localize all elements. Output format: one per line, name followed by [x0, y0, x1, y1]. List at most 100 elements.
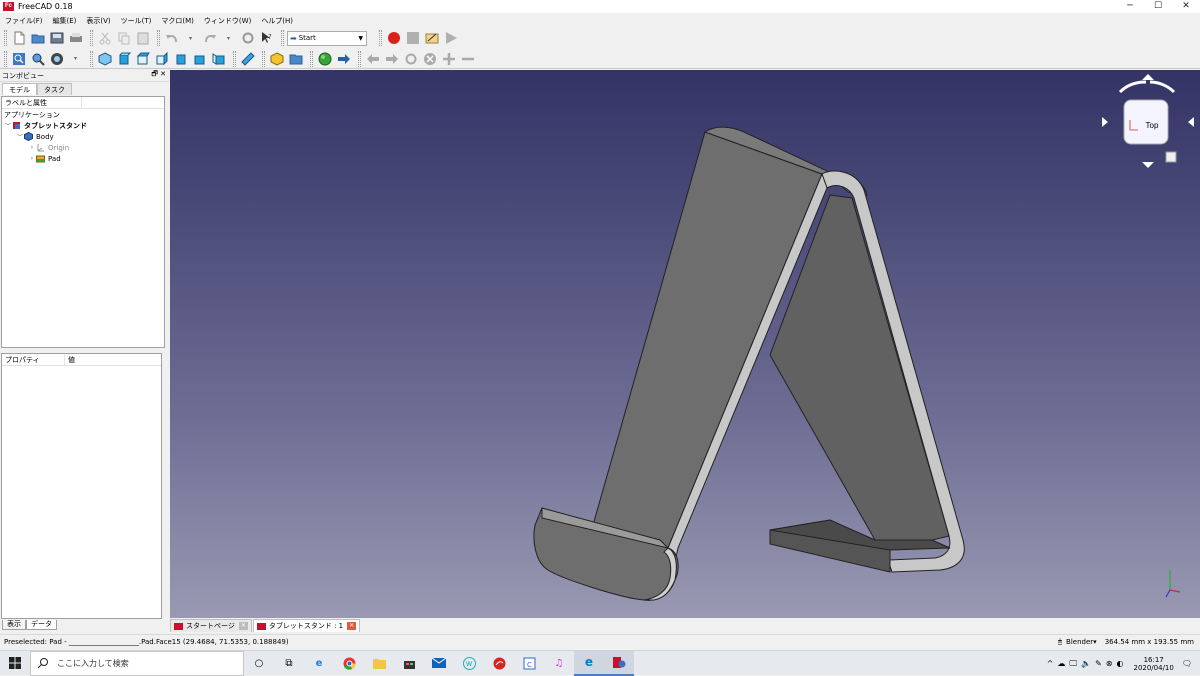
panel-float-close-buttons[interactable]: 🗗 ✕: [151, 70, 166, 81]
web-stop-button[interactable]: [421, 50, 438, 67]
app-calendar[interactable]: C: [514, 651, 544, 676]
toolbar-grip[interactable]: [379, 30, 382, 46]
tab-model[interactable]: モデル: [2, 83, 37, 95]
close-icon[interactable]: ✕: [238, 622, 248, 630]
redo-button[interactable]: [201, 30, 218, 47]
undo-dropdown[interactable]: ▾: [182, 30, 199, 47]
fit-selection-button[interactable]: [29, 50, 46, 67]
workbench-selector[interactable]: ➡ Start ▼: [287, 30, 367, 46]
nav-cube-small-icon[interactable]: [1165, 151, 1177, 163]
chevron-down-icon[interactable]: ▾: [1093, 638, 1097, 646]
macro-record-button[interactable]: [385, 30, 402, 47]
close-icon[interactable]: ✕: [347, 622, 357, 630]
navigation-style-selector[interactable]: Blender: [1066, 638, 1093, 646]
3d-viewport[interactable]: Top: [170, 70, 1200, 618]
create-part-button[interactable]: [268, 50, 285, 67]
web-forward-button[interactable]: [383, 50, 400, 67]
toolbar-grip[interactable]: [4, 50, 7, 67]
toolbar-grip[interactable]: [358, 50, 361, 67]
toolbar-grip[interactable]: [262, 50, 265, 67]
tree-item-origin[interactable]: › Origin: [2, 142, 164, 153]
tab-tablet-stand[interactable]: タブレットスタンド : 1 ✕: [252, 619, 361, 632]
nav-down-icon[interactable]: [1142, 162, 1154, 168]
draw-style-button[interactable]: [48, 50, 65, 67]
network-icon[interactable]: 🖵: [1069, 659, 1077, 669]
menu-help[interactable]: ヘルプ(H): [261, 16, 293, 26]
toolbar-grip[interactable]: [157, 30, 160, 46]
open-button[interactable]: [29, 30, 46, 47]
whats-this-button[interactable]: ?: [258, 30, 275, 47]
blocked-icon[interactable]: ⊗: [1106, 659, 1113, 668]
nav-up-icon[interactable]: [1142, 74, 1154, 80]
menu-edit[interactable]: 編集(E): [53, 16, 77, 26]
tree-item-pad[interactable]: › Pad: [2, 153, 164, 164]
chevron-right-icon[interactable]: ›: [28, 144, 36, 151]
nav-right-icon[interactable]: [1188, 117, 1194, 127]
chevron-right-icon[interactable]: ›: [28, 155, 36, 162]
redo-dropdown[interactable]: ▾: [220, 30, 237, 47]
explorer-app[interactable]: [364, 651, 394, 676]
web-back-button[interactable]: [364, 50, 381, 67]
rotate-left-arrow-icon[interactable]: [1118, 80, 1147, 94]
tab-data[interactable]: データ: [26, 620, 57, 630]
view-left-button[interactable]: [210, 50, 227, 67]
web-zoom-in-button[interactable]: [440, 50, 457, 67]
tablet-stand-model[interactable]: Top: [170, 70, 1200, 618]
toolbar-grip[interactable]: [233, 50, 236, 67]
toolbar-grip[interactable]: [4, 30, 7, 46]
maximize-button[interactable]: ☐: [1144, 0, 1172, 13]
nav-left-icon[interactable]: [1102, 117, 1108, 127]
toolbar-grip[interactable]: [90, 50, 93, 67]
cut-button[interactable]: [96, 30, 113, 47]
macro-run-button[interactable]: [442, 30, 459, 47]
view-front-button[interactable]: [115, 50, 132, 67]
minimize-button[interactable]: ─: [1116, 0, 1144, 13]
view-bottom-button[interactable]: [191, 50, 208, 67]
navigation-cube[interactable]: Top: [1102, 74, 1194, 168]
cloud-icon[interactable]: ☁: [1057, 659, 1065, 668]
app-w[interactable]: w: [454, 651, 484, 676]
tab-view[interactable]: 表示: [2, 620, 26, 630]
chevron-down-icon[interactable]: ﹀: [4, 121, 12, 130]
tree-item-document[interactable]: ﹀ タブレットスタンド: [2, 120, 164, 131]
copy-button[interactable]: [115, 30, 132, 47]
menu-view[interactable]: 表示(V): [86, 16, 110, 26]
macro-stop-button[interactable]: [404, 30, 421, 47]
macro-edit-button[interactable]: [423, 30, 440, 47]
itunes-app[interactable]: ♫: [544, 651, 574, 676]
web-refresh-button[interactable]: [402, 50, 419, 67]
view-rear-button[interactable]: [172, 50, 189, 67]
print-button[interactable]: [67, 30, 84, 47]
tree-item-body[interactable]: ﹀ Body: [2, 131, 164, 142]
menu-file[interactable]: ファイル(F): [5, 16, 43, 26]
menu-window[interactable]: ウィンドウ(W): [204, 16, 251, 26]
tab-start-page[interactable]: スタートページ ✕: [170, 619, 252, 632]
volume-icon[interactable]: 🔈: [1081, 659, 1091, 668]
tab-tasks[interactable]: タスク: [37, 83, 72, 95]
taskbar-search[interactable]: ここに入力して検索: [30, 650, 244, 676]
ime-icon[interactable]: ◐: [1117, 659, 1124, 668]
paste-button[interactable]: [134, 30, 151, 47]
close-button[interactable]: ✕: [1172, 0, 1200, 13]
toolbar-grip[interactable]: [90, 30, 93, 46]
edge-app[interactable]: e: [304, 651, 334, 676]
notification-icon[interactable]: 🗨: [1182, 659, 1192, 668]
store-app[interactable]: [394, 651, 424, 676]
refresh-button[interactable]: [239, 30, 256, 47]
freecad-app[interactable]: [604, 650, 634, 676]
menu-tools[interactable]: ツール(T): [121, 16, 152, 26]
task-view-button[interactable]: ⧉: [274, 651, 304, 676]
view-top-button[interactable]: [134, 50, 151, 67]
clock[interactable]: 16:17 2020/04/10: [1133, 656, 1173, 672]
chrome-app[interactable]: [334, 651, 364, 676]
create-group-button[interactable]: [287, 50, 304, 67]
new-document-button[interactable]: [10, 30, 27, 47]
toolbar-grip[interactable]: [310, 50, 313, 67]
rotate-right-arrow-icon[interactable]: [1149, 80, 1176, 94]
measure-distance-button[interactable]: [239, 50, 256, 67]
pen-icon[interactable]: ✎: [1095, 659, 1102, 668]
fit-all-button[interactable]: [10, 50, 27, 67]
save-button[interactable]: [48, 30, 65, 47]
undo-button[interactable]: [163, 30, 180, 47]
view-isometric-button[interactable]: [96, 50, 113, 67]
